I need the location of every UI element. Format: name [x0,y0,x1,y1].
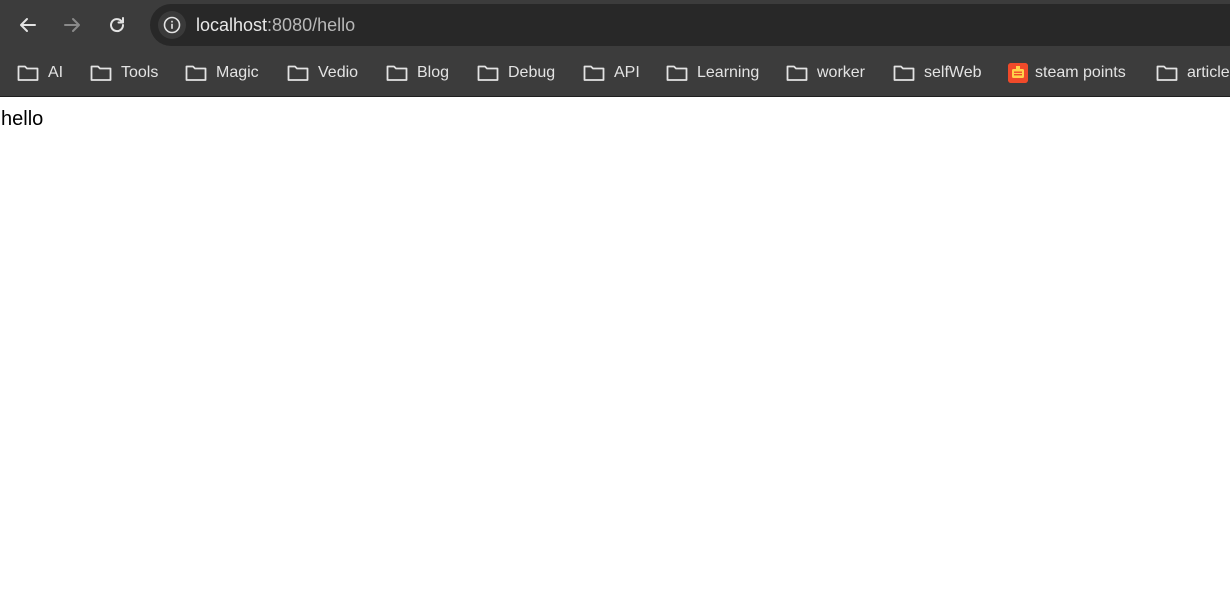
bookmark-label: AI [48,64,64,81]
url-host: localhost [196,15,268,35]
bookmark-tools[interactable]: Tools [90,59,158,87]
arrow-left-icon [20,18,36,32]
bookmark-label: Vedio [318,64,359,81]
info-icon [163,16,181,34]
bookmark-debug[interactable]: Debug [477,59,555,87]
bookmark-label: Tools [121,64,159,81]
bookmark-label: Magic [216,64,259,81]
bookmark-article[interactable]: article [1156,59,1230,87]
address-bar[interactable]: localhost:8080/hello [150,4,1230,46]
bookmark-label: API [614,64,640,81]
folder-icon [386,65,408,81]
browser-toolbar: localhost:8080/hello [0,0,1230,50]
folder-icon [893,65,915,81]
bookmark-label: article [1187,64,1230,81]
bookmark-api[interactable]: API [583,59,640,87]
bookmark-label: worker [817,64,866,81]
reload-icon [110,17,125,33]
url-path: :8080/hello [267,15,356,35]
arrow-right-icon [64,18,80,32]
folder-icon [583,65,605,81]
bookmark-selfweb[interactable]: selfWeb [893,59,982,87]
forward-button[interactable] [54,7,90,43]
page-body-text: hello [1,108,44,130]
back-button[interactable] [10,7,46,43]
bookmark-steam-points[interactable]: steam points [1008,59,1126,87]
bookmark-label: Blog [417,64,450,81]
bookmark-blog[interactable]: Blog [386,59,449,87]
bookmark-label: Debug [508,64,556,81]
bookmark-label: Learning [697,64,760,81]
folder-icon [666,65,688,81]
url-text[interactable]: localhost:8080/hello [196,4,355,46]
folder-icon [1156,65,1178,81]
folder-icon [17,65,39,81]
folder-icon [287,65,309,81]
folder-icon [477,65,499,81]
browser-chrome: localhost:8080/hello AI Tools Magic Vedi… [0,0,1230,97]
page-content: hello [0,97,1230,615]
bookmark-ai[interactable]: AI [17,59,63,87]
folder-icon [786,65,808,81]
bookmark-vedio[interactable]: Vedio [287,59,358,87]
site-info-button[interactable] [158,11,186,39]
bookmarks-bar: AI Tools Magic Vedio Blog Debug API Lear… [0,50,1230,96]
steam-points-favicon [1008,63,1028,83]
reload-button[interactable] [99,7,135,43]
bookmark-magic[interactable]: Magic [185,59,259,87]
bookmark-label: steam points [1035,64,1126,81]
folder-icon [185,65,207,81]
bookmark-label: selfWeb [924,64,982,81]
folder-icon [90,65,112,81]
bookmark-worker[interactable]: worker [786,59,865,87]
bookmark-learning[interactable]: Learning [666,59,759,87]
